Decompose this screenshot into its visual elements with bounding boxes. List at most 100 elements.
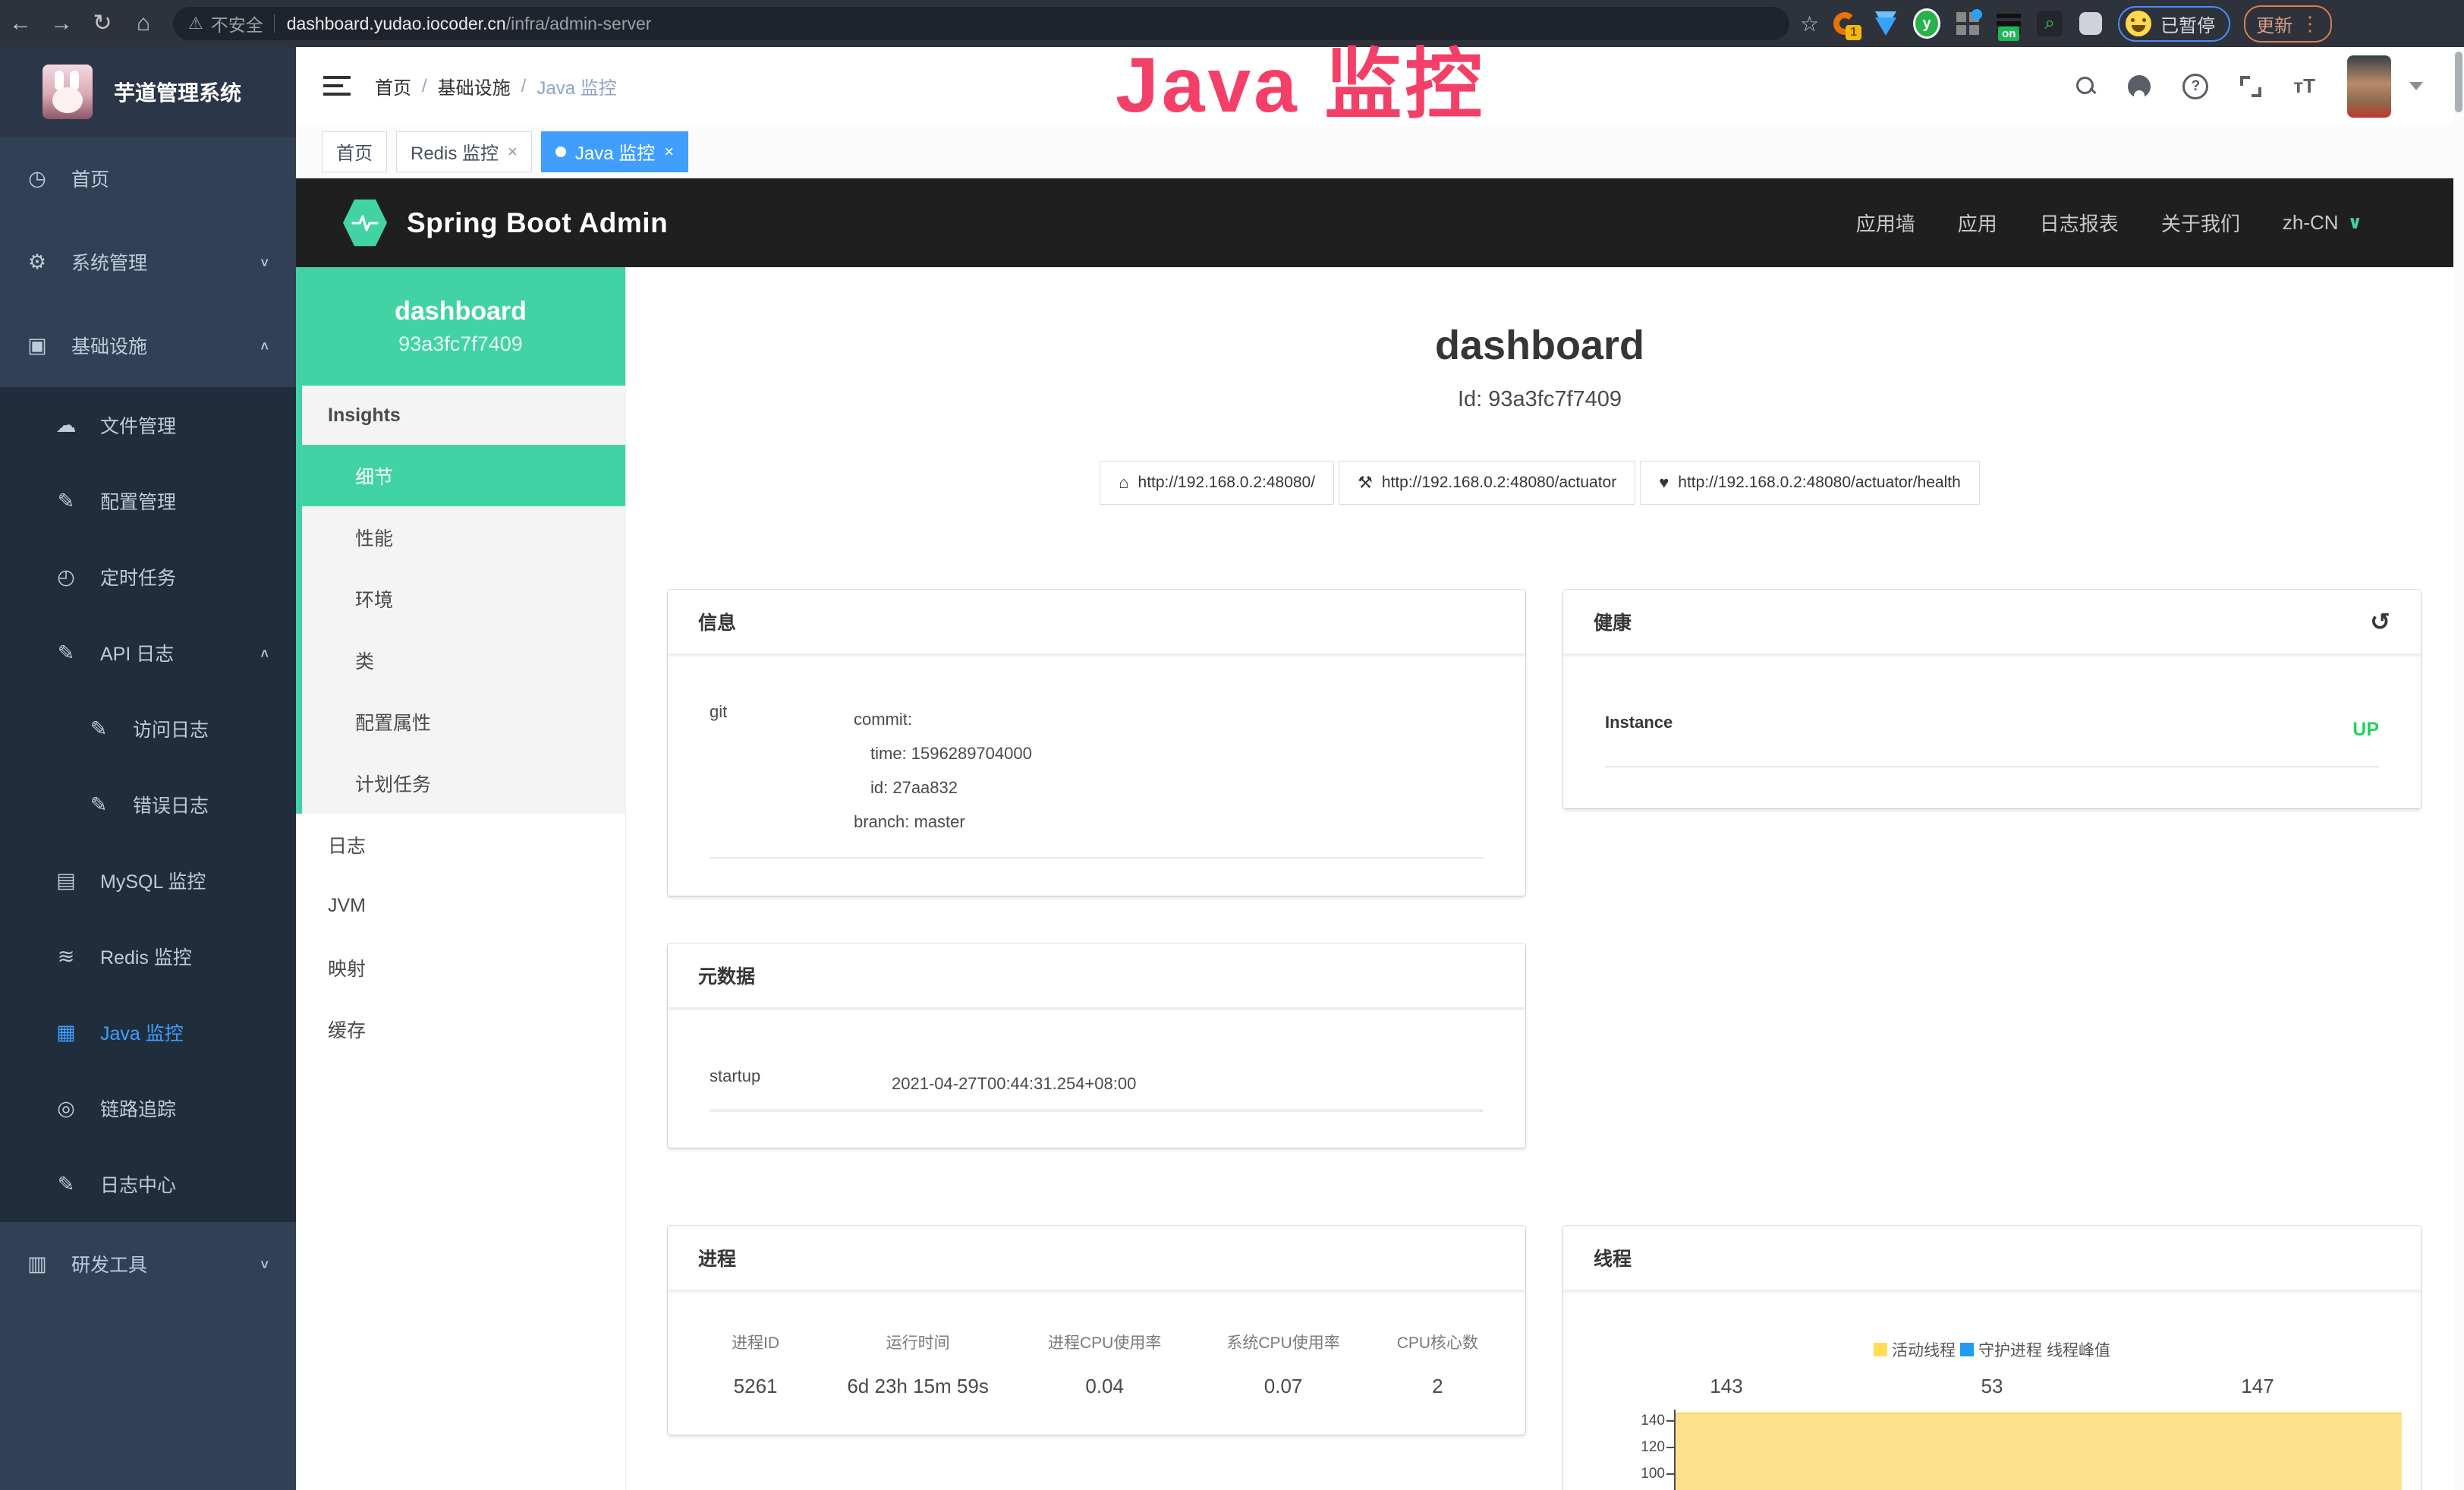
sidebar-item-cron-jobs[interactable]: ◴ 定时任务: [0, 539, 296, 615]
sba-menu-config-props[interactable]: 配置属性: [302, 691, 625, 752]
close-icon[interactable]: ×: [664, 142, 674, 162]
close-icon[interactable]: ×: [508, 142, 518, 162]
sba-menu-details[interactable]: 细节: [296, 445, 625, 506]
threads-legend-row: 活动线程 守护进程 线程峰值: [1594, 1338, 2390, 1361]
grid-extension-icon[interactable]: [1954, 10, 1981, 37]
sidebar-item-log-center[interactable]: ✎ 日志中心: [0, 1146, 296, 1222]
stack-icon: ≋: [53, 945, 79, 969]
search-icon[interactable]: [2076, 77, 2096, 96]
avatar-caret-icon[interactable]: [2409, 82, 2423, 90]
sba-nav-journal[interactable]: 日志报表: [2040, 209, 2119, 237]
process-card-header: 进程: [668, 1226, 1525, 1291]
colorzilla-extension-icon[interactable]: 1: [1831, 10, 1858, 37]
sidebar-label: 链路追踪: [100, 1095, 176, 1122]
puzzle-extensions-icon[interactable]: [2077, 10, 2104, 37]
chevron-up-icon: ∧: [259, 338, 270, 353]
sidebar-item-devtools[interactable]: ▥ 研发工具 ∨: [0, 1222, 296, 1306]
sba-nav-applications[interactable]: 应用: [1958, 209, 1997, 237]
sidebar-item-redis-monitor[interactable]: ≋ Redis 监控: [0, 918, 296, 994]
sidebar-item-tracing[interactable]: ◎ 链路追踪: [0, 1070, 296, 1146]
y-extension-icon[interactable]: y: [1913, 10, 1940, 37]
sidebar-item-java-monitor[interactable]: ▦ Java 监控: [0, 994, 296, 1070]
history-icon[interactable]: ↺: [2370, 607, 2390, 636]
fullscreen-icon[interactable]: [2240, 76, 2261, 97]
sidebar-item-api-logs[interactable]: ✎ API 日志 ∧: [0, 615, 296, 691]
service-url-button[interactable]: ⌂ http://192.168.0.2:48080/: [1100, 461, 1334, 505]
sidebar-item-mysql-monitor[interactable]: ▤ MySQL 监控: [0, 843, 296, 918]
sba-menu-classes[interactable]: 类: [302, 629, 625, 691]
gem-extension-icon[interactable]: [1872, 10, 1899, 37]
instance-id: 93a3fc7f7409: [296, 332, 625, 356]
sba-menu-caches[interactable]: 缓存: [296, 998, 625, 1060]
row-divider: [710, 857, 1484, 858]
reload-icon[interactable]: ↻: [82, 0, 123, 47]
health-url-button[interactable]: ♥ http://192.168.0.2:48080/actuator/heal…: [1640, 461, 1980, 505]
sidebar-item-infra[interactable]: ▣ 基础设施 ∧: [0, 304, 296, 387]
github-icon[interactable]: [2128, 75, 2151, 98]
sidebar-item-config-mgmt[interactable]: ✎ 配置管理: [0, 463, 296, 539]
chevron-up-icon: ∧: [259, 645, 270, 660]
sba-menu-mappings[interactable]: 映射: [296, 937, 625, 998]
menu-dots-icon[interactable]: ⋮: [2300, 12, 2320, 36]
profile-paused-chip[interactable]: 已暂停: [2118, 6, 2230, 42]
breadcrumb: 首页 / 基础设施 / Java 监控: [375, 73, 617, 99]
process-card: 进程 进程ID 运行时间 进程CPU使用率 系统CPU使用率 CPU核心数 52…: [668, 1226, 1525, 1435]
magnifier-extension-icon[interactable]: ⌕: [2036, 10, 2063, 37]
text-size-icon[interactable]: тT: [2293, 74, 2315, 98]
process-proc-cpu: 0.04: [1015, 1375, 1194, 1398]
threads-value-row: 143 53 147: [1594, 1375, 2390, 1398]
paused-label: 已暂停: [2160, 11, 2215, 37]
gear-icon: ⚙: [24, 250, 50, 274]
sba-brand-title[interactable]: Spring Boot Admin: [407, 207, 668, 239]
process-card-title: 进程: [698, 1244, 736, 1271]
green-magnifier-icon: ⌕: [2037, 11, 2063, 36]
list-extension-icon[interactable]: on: [1995, 10, 2022, 37]
tab-redis-monitor[interactable]: Redis 监控 ×: [396, 131, 532, 172]
bookmark-star-icon[interactable]: ☆: [1800, 11, 1819, 36]
sba-menu-logs[interactable]: 日志: [296, 814, 625, 875]
scrollbar-thumb[interactable]: [2455, 52, 2462, 112]
service-url: http://192.168.0.2:48080/: [1138, 474, 1316, 492]
sba-nav-about[interactable]: 关于我们: [2161, 209, 2240, 237]
sidebar-item-system[interactable]: ⚙ 系统管理 ∨: [0, 220, 296, 304]
sidebar-label: 错误日志: [133, 791, 209, 818]
sba-logo-icon[interactable]: [343, 199, 387, 247]
sba-nav-wallboard[interactable]: 应用墙: [1856, 209, 1915, 237]
sba-menu-jvm[interactable]: JVM: [296, 875, 625, 937]
help-icon[interactable]: ?: [2182, 74, 2208, 99]
tab-home[interactable]: 首页: [322, 131, 387, 172]
sidebar-item-error-log[interactable]: ✎ 错误日志: [0, 767, 296, 843]
chrome-update-button[interactable]: 更新 ⋮: [2244, 5, 2332, 43]
info-card-header: 信息: [668, 590, 1525, 655]
sidebar-item-access-log[interactable]: ✎ 访问日志: [0, 691, 296, 767]
forward-icon[interactable]: →: [41, 0, 82, 47]
hamburger-icon[interactable]: [323, 76, 351, 97]
insights-group: Insights 细节 性能 环境 类 配置属性 计划任务: [296, 386, 625, 814]
instance-header[interactable]: dashboard 93a3fc7f7409: [296, 267, 625, 386]
breadcrumb-infra[interactable]: 基础设施: [438, 73, 511, 99]
breadcrumb-separator: /: [422, 76, 427, 97]
insights-group-label[interactable]: Insights: [302, 386, 625, 445]
back-icon[interactable]: ←: [0, 0, 41, 47]
detail-instance-id: Id: 93a3fc7f7409: [626, 387, 2453, 412]
sidebar-item-file-mgmt[interactable]: ☁ 文件管理: [0, 387, 296, 463]
actuator-url-button[interactable]: ⚒ http://192.168.0.2:48080/actuator: [1339, 461, 1635, 505]
sba-menu-scheduled-tasks[interactable]: 计划任务: [302, 752, 625, 814]
breadcrumb-home[interactable]: 首页: [375, 73, 411, 99]
page-scrollbar[interactable]: [2453, 47, 2464, 1490]
sidebar-item-home[interactable]: ◷ 首页: [0, 137, 296, 220]
security-label[interactable]: 不安全: [211, 11, 263, 36]
extension-badge: 1: [1846, 25, 1861, 40]
sba-menu-metrics[interactable]: 性能: [302, 506, 625, 568]
app-logo-row[interactable]: 芋道管理系统: [0, 47, 296, 137]
toolbox-icon: ▥: [24, 1252, 50, 1276]
user-avatar[interactable]: [2347, 55, 2391, 118]
metadata-value: 2021-04-27T00:44:31.254+08:00: [892, 1066, 1484, 1101]
breadcrumb-separator: /: [521, 76, 527, 97]
emoji-avatar-icon: [2126, 11, 2151, 36]
sba-menu-environment[interactable]: 环境: [302, 568, 625, 629]
home-icon[interactable]: ⌂: [123, 0, 164, 47]
tab-java-monitor[interactable]: Java 监控 ×: [541, 131, 688, 172]
sba-language-select[interactable]: zh-CN ∨: [2283, 211, 2362, 235]
address-bar[interactable]: ⚠ 不安全 dashboard.yudao.iocoder.cn/infra/a…: [173, 7, 1789, 40]
